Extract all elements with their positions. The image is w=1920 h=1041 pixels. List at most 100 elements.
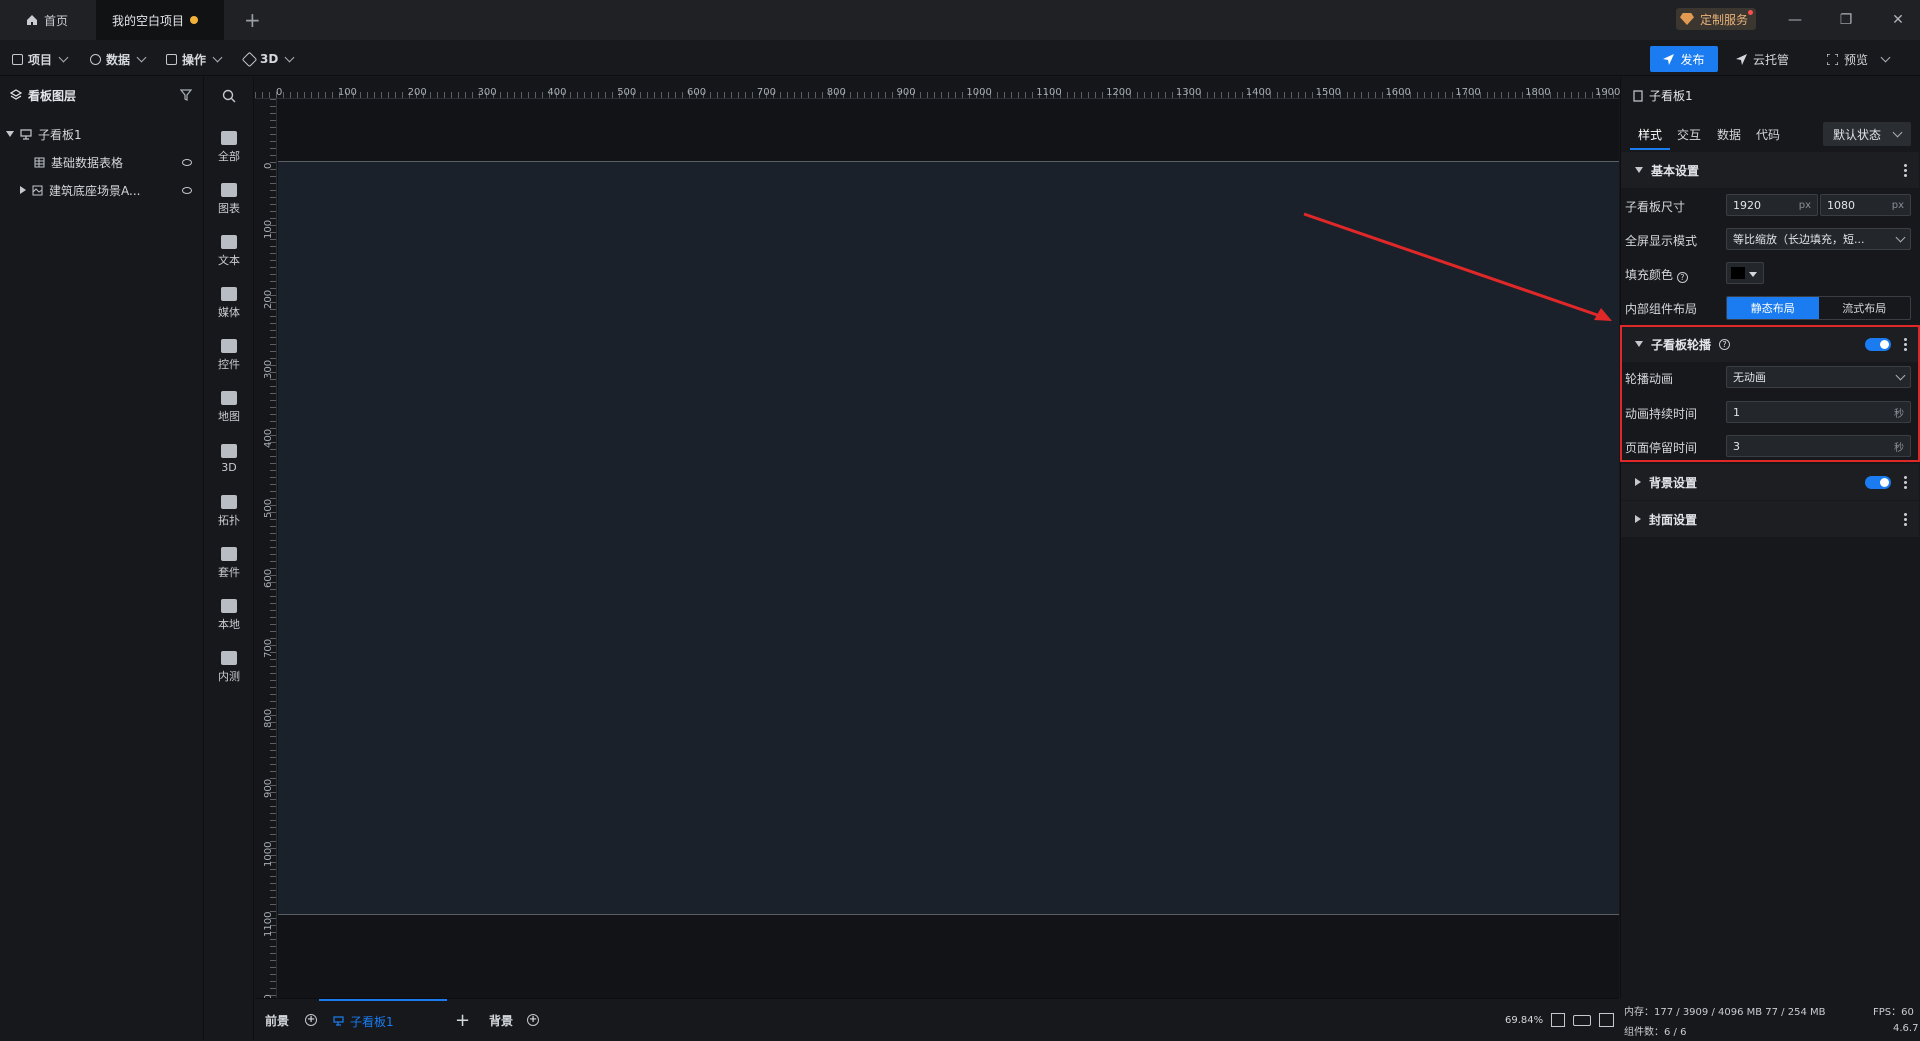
tool-label: 控件: [218, 357, 240, 371]
tool-text[interactable]: 文本: [204, 225, 254, 277]
ruler-top-tick: 1400: [1245, 87, 1272, 98]
tab-project[interactable]: 我的空白项目: [96, 0, 224, 40]
layout-flow-option[interactable]: 流式布局: [1819, 297, 1911, 319]
tool-beta[interactable]: 内测: [204, 641, 254, 693]
ruler-left-tick: 600: [263, 568, 274, 589]
layer-item-subboard[interactable]: 子看板1: [0, 121, 204, 147]
background-toggle[interactable]: [1865, 476, 1891, 489]
fill-color-picker[interactable]: [1726, 262, 1764, 284]
menu-3d[interactable]: 3D: [241, 49, 295, 69]
close-button[interactable]: ✕: [1888, 10, 1908, 30]
caret-down-icon: [1635, 167, 1643, 173]
board-icon: [333, 1016, 344, 1026]
version-label: 4.6.7: [1893, 1023, 1919, 1034]
preview-button[interactable]: 预览: [1827, 46, 1891, 72]
section-cover-settings[interactable]: 封面设置: [1621, 501, 1919, 537]
custom-service-button[interactable]: 定制服务: [1676, 8, 1757, 30]
text-icon: [221, 234, 237, 249]
menu-project[interactable]: 项目: [12, 49, 69, 69]
tool-3d[interactable]: 3D: [204, 433, 254, 485]
tool-map[interactable]: 地图: [204, 381, 254, 433]
section-title: 基本设置: [1651, 163, 1700, 178]
layers-header: 看板图层: [0, 77, 204, 113]
ruler-left-tick: 700: [263, 638, 274, 658]
tool-topology[interactable]: 拓扑: [204, 485, 254, 537]
foreground-label: 前景: [265, 1013, 290, 1028]
width-input[interactable]: 1920 px: [1726, 194, 1818, 216]
tool-suite[interactable]: 套件: [204, 537, 254, 589]
more-icon[interactable]: [1904, 512, 1907, 526]
menu-data[interactable]: 数据: [90, 49, 147, 69]
height-input[interactable]: 1080 px: [1820, 194, 1911, 216]
help-icon[interactable]: ?: [1676, 272, 1688, 283]
visibility-eye-icon[interactable]: [182, 186, 192, 194]
ruler-top-tick: 500: [617, 87, 637, 98]
tab-home[interactable]: 首页: [10, 0, 96, 40]
background-tab[interactable]: 背景 +: [489, 999, 540, 1041]
shirt-icon: [221, 546, 237, 561]
subboard-tab[interactable]: 子看板1: [319, 999, 447, 1041]
layer-item-scene[interactable]: 建筑底座场景A...: [0, 177, 204, 203]
tool-all[interactable]: 全部: [204, 121, 254, 173]
publish-label: 发布: [1680, 52, 1705, 67]
color-swatch: [1731, 267, 1745, 279]
state-select[interactable]: 默认状态: [1823, 122, 1911, 146]
home-icon: [27, 15, 37, 25]
minimize-button[interactable]: —: [1785, 10, 1805, 30]
chevron-down-icon: [136, 52, 147, 63]
fullscreen-select[interactable]: 等比缩放（长边填充，短...: [1726, 228, 1911, 250]
tab-data[interactable]: 数据: [1717, 126, 1741, 143]
new-tab-button[interactable]: +: [244, 8, 261, 32]
cloud-host-button[interactable]: 云托管: [1736, 46, 1789, 72]
fit-screen-icon[interactable]: [1551, 1013, 1565, 1027]
file-icon: [12, 53, 23, 65]
publish-button[interactable]: 发布: [1650, 46, 1718, 72]
add-circle-icon[interactable]: +: [305, 1014, 318, 1026]
tool-local[interactable]: 本地: [204, 589, 254, 641]
ruler-top-tick: 1800: [1525, 87, 1551, 98]
tool-label: 全部: [218, 149, 240, 163]
cube-icon: [221, 444, 237, 458]
tool-control[interactable]: 控件: [204, 329, 254, 381]
cube-icon: [241, 51, 258, 67]
layout-static-option[interactable]: 静态布局: [1727, 297, 1819, 319]
chevron-down-icon: [212, 52, 223, 63]
panel-title-label: 子看板1: [1649, 89, 1693, 103]
foreground-tab[interactable]: 前景 +: [265, 999, 318, 1041]
board-icon: [20, 128, 32, 140]
tool-chart[interactable]: 图表: [204, 173, 254, 225]
layer-item-table[interactable]: 基础数据表格: [0, 149, 204, 175]
menu-operation[interactable]: 操作: [166, 49, 223, 69]
section-title: 封面设置: [1649, 512, 1698, 527]
custom-service-label: 定制服务: [1700, 12, 1749, 27]
ruler-left-tick: 300: [263, 359, 274, 379]
section-basic-settings[interactable]: 基本设置: [1621, 152, 1919, 188]
ruler-left-tick: 500: [263, 499, 274, 519]
ruler-top-tick: 300: [477, 87, 497, 98]
zoom-level[interactable]: 69.84%: [1505, 999, 1543, 1041]
memory-status: 内存：177 / 3909 / 4096 MB 77 / 254 MB: [1624, 1007, 1826, 1018]
layer-item-label: 建筑底座场景A...: [49, 183, 141, 198]
more-icon[interactable]: [1904, 163, 1907, 177]
add-board-button[interactable]: +: [455, 999, 470, 1041]
add-circle-icon[interactable]: +: [527, 1014, 540, 1026]
tab-interaction[interactable]: 交互: [1677, 126, 1701, 143]
filter-icon[interactable]: [180, 89, 192, 101]
tool-label: 3D: [221, 461, 237, 474]
ruler-left-tick: 800: [263, 708, 274, 728]
caret-right-icon: [20, 186, 26, 194]
search-icon[interactable]: [222, 89, 236, 103]
visibility-eye-icon[interactable]: [182, 158, 192, 166]
tab-style[interactable]: 样式: [1638, 126, 1662, 143]
tool-media[interactable]: 媒体: [204, 277, 254, 329]
more-icon[interactable]: [1904, 475, 1907, 489]
chevron-down-icon: [1895, 232, 1906, 243]
keyboard-icon[interactable]: [1573, 1015, 1591, 1026]
ruler-top-tick: 1300: [1175, 87, 1202, 98]
tab-code[interactable]: 代码: [1756, 126, 1780, 143]
tool-label: 内测: [218, 669, 240, 683]
restore-button[interactable]: ❐: [1836, 10, 1856, 30]
section-background-settings[interactable]: 背景设置: [1621, 464, 1919, 500]
control-icon: [221, 338, 237, 353]
terminal-icon[interactable]: [1599, 1013, 1614, 1027]
